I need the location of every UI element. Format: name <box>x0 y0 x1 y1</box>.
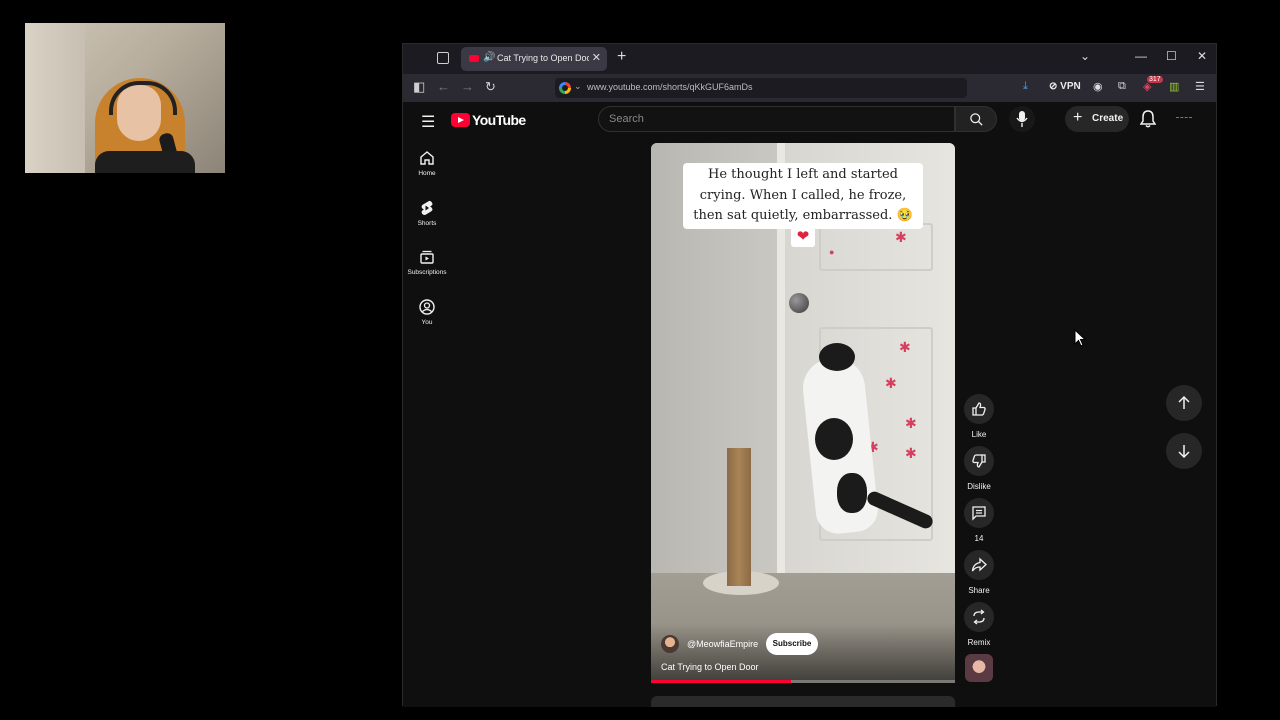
subscribe-button[interactable]: Subscribe <box>766 633 818 655</box>
youtube-wordmark: YouTube <box>472 112 526 128</box>
share-label: Share <box>968 586 990 595</box>
account-avatar-loading[interactable] <box>1176 117 1192 120</box>
arrow-down-icon <box>1178 445 1190 459</box>
create-button[interactable]: + Create <box>1065 106 1129 132</box>
sidebar-label-shorts: Shorts <box>417 220 437 227</box>
chevron-down-icon[interactable]: ⌄ <box>574 81 582 92</box>
subscriptions-icon <box>420 250 434 264</box>
you-icon <box>419 299 435 315</box>
shorts-video-player[interactable]: ✱ ● ✱ ✱ ✱ ✱ ✱ He thought I left and star… <box>651 143 955 683</box>
search-input[interactable]: Search <box>598 106 955 132</box>
equalizer-icon[interactable]: ▥ <box>1169 80 1179 93</box>
back-icon[interactable]: ← <box>437 79 450 94</box>
comments-button[interactable]: 14 <box>961 498 997 543</box>
vpn-button[interactable]: ⊘ VPN <box>1049 81 1081 92</box>
like-button[interactable]: Like <box>961 394 997 439</box>
previous-short-button[interactable] <box>1166 385 1202 421</box>
like-label: Like <box>971 430 987 439</box>
speaker-icon[interactable]: 🔊 <box>483 52 495 63</box>
sound-thumbnail[interactable] <box>965 654 993 682</box>
browser-window: 🔊 Cat Trying to Open Door - Y ✕ + ⌄ — ☐ … <box>402 43 1217 707</box>
dislike-label: Dislike <box>967 482 991 491</box>
scratching-post <box>727 448 751 586</box>
caption-line: crying. When I called, he froze, <box>699 187 907 203</box>
video-title[interactable]: Cat Trying to Open Door <box>661 662 759 672</box>
close-tab-icon[interactable]: ✕ <box>592 51 601 64</box>
tab-bar: 🔊 Cat Trying to Open Door - Y ✕ + ⌄ — ☐ … <box>403 44 1216 74</box>
channel-name[interactable]: @MeowfiaEmpire <box>687 639 758 649</box>
account-icon[interactable]: ◉ <box>1093 80 1103 93</box>
mouse-cursor-icon <box>1074 329 1086 347</box>
tab-list-chevron-icon[interactable]: ⌄ <box>1080 49 1090 63</box>
caption-line: He thought I left and started <box>708 167 898 182</box>
sidebar-item-shorts[interactable]: Shorts <box>403 200 451 227</box>
notifications-bell-icon[interactable] <box>1140 110 1156 128</box>
close-window-icon[interactable]: ✕ <box>1197 49 1207 63</box>
search-placeholder: Search <box>609 113 644 125</box>
extension-badge: 317 <box>1147 76 1163 83</box>
thumbs-up-icon <box>972 402 986 416</box>
voice-search-button[interactable] <box>1009 106 1035 132</box>
search-icon <box>970 113 983 126</box>
youtube-play-icon <box>451 113 470 127</box>
google-icon <box>559 82 571 94</box>
video-progress-bar[interactable] <box>651 680 955 683</box>
youtube-favicon-icon <box>469 55 479 62</box>
create-label: Create <box>1092 113 1124 124</box>
sidebar-label-subscriptions: Subscriptions <box>407 269 447 276</box>
webcam-overlay <box>25 23 225 173</box>
sidebar-label-home: Home <box>418 170 436 177</box>
remix-label: Remix <box>967 638 991 647</box>
next-short-preview[interactable] <box>651 696 955 707</box>
arrow-up-icon <box>1178 395 1190 409</box>
shorts-icon <box>421 200 433 215</box>
sidebar-toggle-icon[interactable]: ◧ <box>413 79 425 95</box>
remix-icon <box>973 609 985 625</box>
sidebar-item-you[interactable]: You <box>403 299 451 326</box>
maximize-icon[interactable]: ☐ <box>1166 49 1177 63</box>
address-toolbar: ◧ ← → ↻ ⌄ www.youtube.com/shorts/qKkGUF6… <box>403 74 1216 102</box>
youtube-page: ☰ YouTube Search + Create Home Shorts Su… <box>403 102 1216 707</box>
hamburger-menu-icon[interactable]: ☰ <box>421 112 435 132</box>
minimize-icon[interactable]: — <box>1135 49 1147 63</box>
active-tab[interactable]: 🔊 Cat Trying to Open Door - Y ✕ <box>461 47 607 71</box>
video-caption: He thought I left and started crying. Wh… <box>683 163 923 229</box>
download-icon[interactable]: ⤓ <box>1023 80 1028 93</box>
caption-line: then sat quietly, embarrassed. 🥹 <box>693 208 913 223</box>
door-knob <box>789 293 809 313</box>
new-tab-icon[interactable]: + <box>617 48 626 66</box>
remix-button[interactable]: Remix <box>961 602 997 647</box>
extensions-icon[interactable]: ⧉ <box>1118 80 1126 93</box>
comments-count: 14 <box>974 534 984 543</box>
url-bar[interactable]: ⌄ www.youtube.com/shorts/qKkGUF6amDs <box>555 78 967 98</box>
comment-icon <box>972 506 986 521</box>
video-progress-fill <box>651 680 791 683</box>
sidebar-item-subscriptions[interactable]: Subscriptions <box>403 249 451 276</box>
forward-icon[interactable]: → <box>461 79 474 94</box>
share-icon <box>971 557 987 572</box>
dislike-button[interactable]: Dislike <box>961 446 997 491</box>
sidebar-label-you: You <box>421 319 433 326</box>
tab-title: Cat Trying to Open Door - Y <box>497 53 589 63</box>
url-text[interactable]: www.youtube.com/shorts/qKkGUF6amDs <box>587 82 753 92</box>
reload-icon[interactable]: ↻ <box>485 79 496 95</box>
thumbs-down-icon <box>972 454 986 468</box>
next-short-button[interactable] <box>1166 433 1202 469</box>
channel-avatar[interactable] <box>661 635 679 653</box>
caption-heart: ❤ <box>791 227 815 247</box>
plus-icon: + <box>1073 109 1083 126</box>
share-button[interactable]: Share <box>961 550 997 595</box>
microphone-icon <box>1016 111 1028 127</box>
home-icon <box>420 151 434 165</box>
sidebar-item-home[interactable]: Home <box>403 150 451 177</box>
tab-archive-icon[interactable] <box>437 52 449 64</box>
search-button[interactable] <box>955 106 997 132</box>
browser-menu-icon[interactable]: ☰ <box>1195 80 1205 93</box>
